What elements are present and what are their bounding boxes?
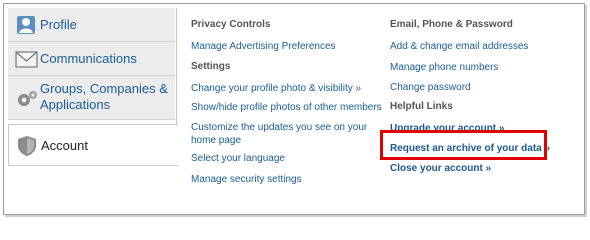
manage-advertising-link[interactable]: Manage Advertising Preferences: [191, 40, 336, 53]
sidebar-item-groups[interactable]: Groups, Companies & Applications: [8, 76, 175, 120]
sidebar-item-label: Account: [41, 138, 88, 153]
user-icon: [15, 14, 39, 36]
privacy-controls-heading: Privacy Controls: [191, 19, 271, 30]
close-account-link[interactable]: Close your account »: [390, 162, 491, 175]
sidebar-item-label: Communications: [40, 51, 137, 66]
add-change-email-link[interactable]: Add & change email addresses: [390, 40, 528, 53]
gears-icon: [15, 88, 39, 110]
sidebar-item-communications[interactable]: Communications: [8, 42, 175, 76]
highlight-box: [380, 130, 547, 160]
change-profile-photo-link[interactable]: Change your profile photo & visibility »: [191, 82, 361, 95]
email-phone-password-heading: Email, Phone & Password: [390, 19, 513, 30]
sidebar-divider: [176, 8, 177, 125]
sidebar-item-profile[interactable]: Profile: [8, 8, 175, 42]
manage-phone-link[interactable]: Manage phone numbers: [390, 61, 498, 74]
show-hide-photos-link[interactable]: Show/hide profile photos of other member…: [191, 101, 382, 114]
change-password-link[interactable]: Change password: [390, 81, 471, 94]
settings-heading: Settings: [191, 61, 231, 72]
sidebar-item-label: Groups, Companies & Applications: [40, 81, 168, 112]
envelope-icon: [15, 49, 39, 71]
helpful-links-heading: Helpful Links: [390, 101, 453, 112]
manage-security-link[interactable]: Manage security settings: [191, 173, 302, 186]
sidebar-item-label: Profile: [40, 17, 77, 32]
customize-updates-link[interactable]: Customize the updates you see on your ho…: [191, 121, 371, 147]
select-language-link[interactable]: Select your language: [191, 152, 285, 165]
sidebar-item-account[interactable]: Account: [8, 124, 178, 166]
shield-icon: [16, 135, 40, 157]
